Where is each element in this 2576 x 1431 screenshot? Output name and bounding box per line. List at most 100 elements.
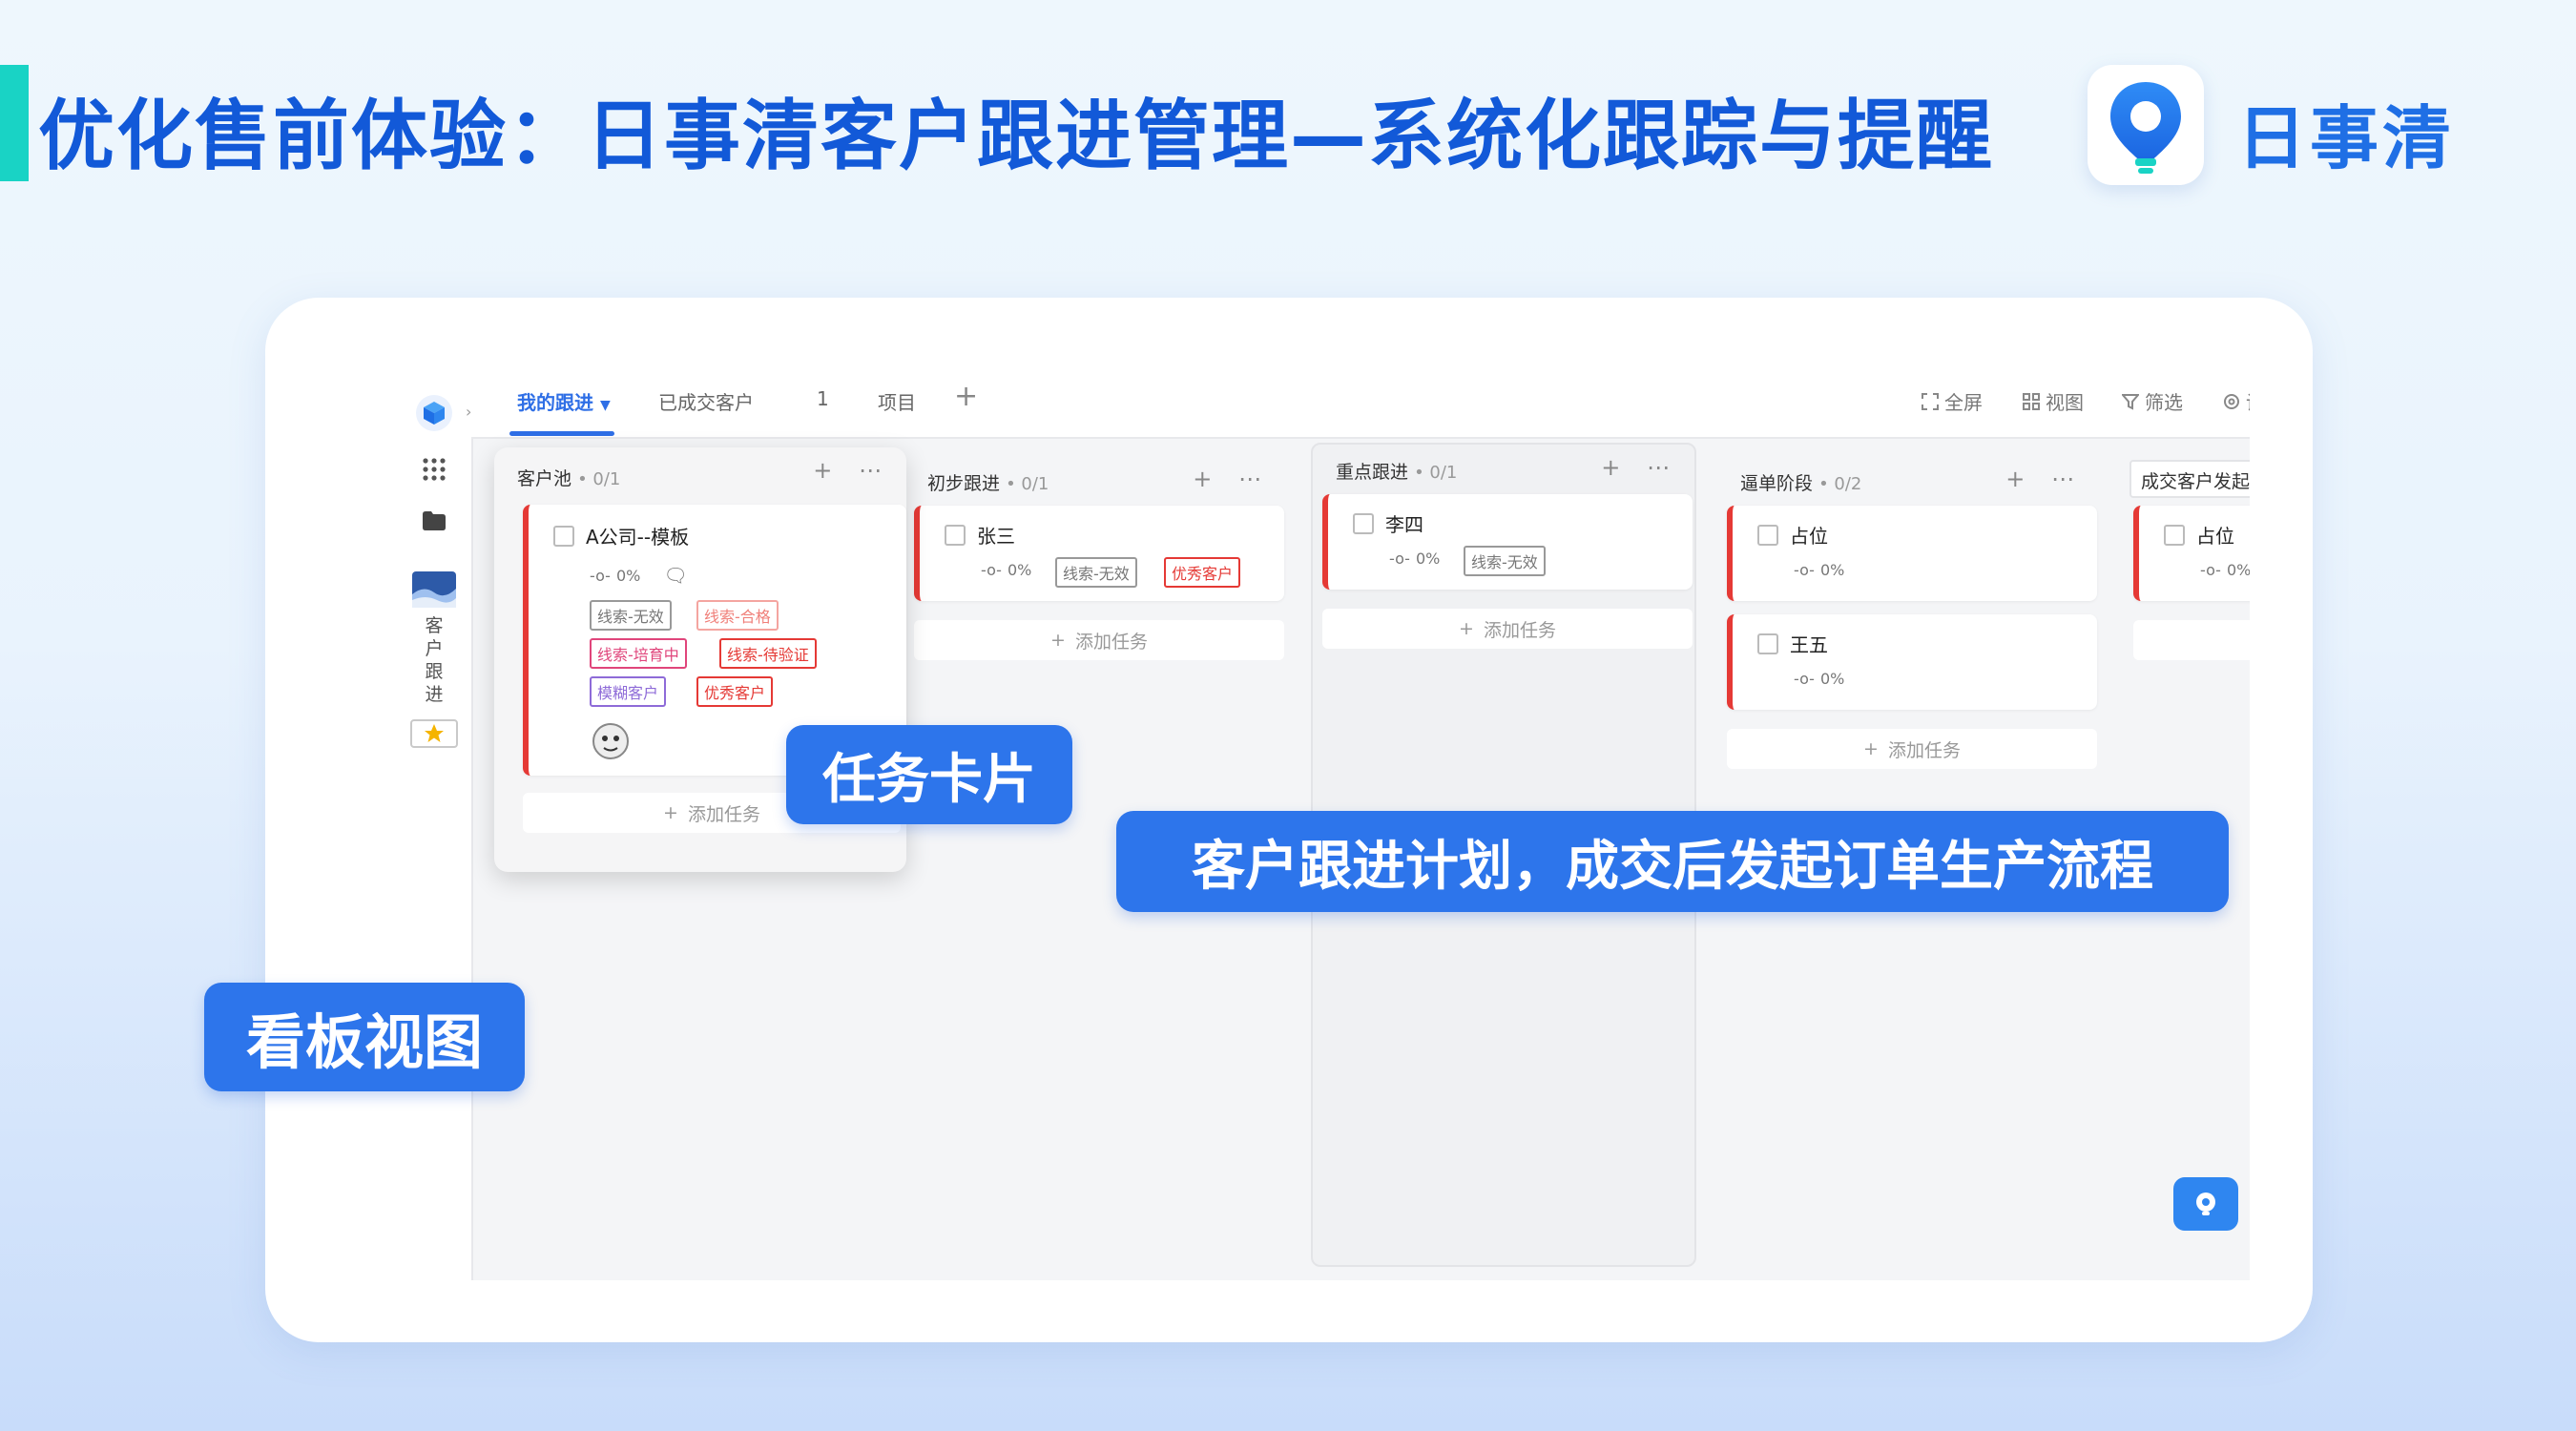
filter-button[interactable]: 筛选	[2122, 387, 2183, 415]
settings-button[interactable]: 设置	[2223, 387, 2250, 415]
plus-icon: +	[1050, 630, 1066, 651]
progress-icon: -o-	[590, 566, 611, 585]
tag[interactable]: 线索-培育中	[590, 638, 687, 669]
progress-value: 0%	[615, 566, 641, 585]
project-thumbnail-icon[interactable]	[410, 570, 458, 609]
filter-label: 筛选	[2145, 391, 2183, 414]
task-progress: -o- 0% 🗨	[590, 564, 688, 587]
view-icon	[2023, 392, 2040, 410]
task-card[interactable]: 王五 -o- 0%	[1727, 614, 2097, 710]
column-actions[interactable]: + ⋯	[813, 457, 891, 484]
task-card[interactable]: 占位 -o- 0%	[2133, 506, 2250, 601]
callout-kanban: 看板视图	[204, 983, 525, 1091]
plus-icon: +	[1459, 618, 1474, 639]
task-progress: -o- 0%	[2200, 561, 2250, 579]
progress-value: 0%	[1819, 670, 1845, 688]
fullscreen-button[interactable]: 全屏	[1922, 387, 1983, 415]
progress-icon: -o-	[1794, 561, 1815, 579]
tag[interactable]: 优秀客户	[696, 676, 774, 707]
sidebar: › 客户跟进	[399, 364, 473, 1280]
column-title: 成交客户发起订单生	[2141, 471, 2250, 492]
add-task-label: 添加任务	[687, 803, 760, 825]
plus-icon: +	[1863, 738, 1879, 759]
floating-help-button[interactable]	[2173, 1177, 2238, 1231]
tag[interactable]: 线索-合格	[696, 600, 779, 631]
task-title: 王五	[1790, 633, 1828, 656]
column-count: 0/1	[1021, 474, 1049, 494]
tag[interactable]: 线索-无效	[1464, 546, 1546, 576]
task-checkbox[interactable]	[1353, 513, 1374, 534]
task-progress: -o- 0%	[1389, 550, 1440, 568]
slide-title: 优化售前体验：日事清客户跟进管理—系统化跟踪与提醒	[38, 92, 1994, 180]
task-checkbox[interactable]	[1757, 633, 1778, 654]
add-tab-icon[interactable]: +	[954, 380, 978, 413]
add-task-button[interactable]: + 添加任务	[1727, 729, 2097, 769]
add-task-button[interactable]: + 添加任务	[914, 620, 1284, 660]
tab-1[interactable]: 1	[817, 387, 829, 410]
task-title: 李四	[1385, 513, 1423, 536]
column-header: 逼单阶段 • 0/2	[1740, 473, 1862, 494]
tag[interactable]: 线索-无效	[590, 600, 672, 631]
comment-icon[interactable]: 🗨	[663, 564, 687, 587]
column-header: 重点跟进 • 0/1	[1336, 462, 1458, 483]
task-checkbox[interactable]	[2164, 525, 2185, 546]
progress-icon: -o-	[981, 561, 1002, 579]
kanban-column: 逼单阶段 • 0/2 + ⋯ 占位 -o- 0% 王五 -o- 0% + 添加任…	[1717, 456, 2099, 799]
star-icon[interactable]	[410, 717, 458, 750]
task-checkbox[interactable]	[1757, 525, 1778, 546]
task-card[interactable]: 李四 -o- 0% 线索-无效	[1322, 494, 1693, 590]
column-count: 0/1	[1429, 463, 1458, 483]
title-accent-bar	[0, 65, 29, 181]
task-card[interactable]: 占位 -o- 0%	[1727, 506, 2097, 601]
add-task-button[interactable]: + 添加任务	[1322, 609, 1693, 649]
cube-icon[interactable]: ›	[410, 389, 471, 437]
column-actions[interactable]: + ⋯	[1193, 466, 1271, 492]
column-header: 客户池 • 0/1	[517, 468, 621, 489]
view-label: 视图	[2046, 391, 2084, 414]
task-card[interactable]: 张三 -o- 0% 线索-无效 优秀客户	[914, 506, 1284, 601]
fullscreen-icon	[1922, 392, 1939, 410]
callout-task-card: 任务卡片	[786, 725, 1072, 824]
task-progress: -o- 0%	[1794, 670, 1844, 688]
tab-project[interactable]: 项目	[878, 387, 916, 415]
task-progress: -o- 0%	[1794, 561, 1844, 579]
bulb-icon	[2196, 1192, 2215, 1215]
progress-icon: -o-	[1389, 550, 1410, 568]
add-task-button[interactable]: +添加	[2133, 620, 2250, 660]
kanban-column: 成交客户发起订单生 占位 -o- 0% +添加	[2124, 456, 2250, 685]
task-progress: -o- 0%	[981, 561, 1031, 579]
add-task-label: 添加任务	[1887, 739, 1961, 761]
progress-value: 0%	[1415, 550, 1441, 568]
folder-icon[interactable]	[410, 502, 458, 540]
task-title: 占位	[2196, 525, 2234, 548]
column-count: 0/1	[592, 469, 621, 489]
tab-closed-customers[interactable]: 已成交客户	[658, 387, 754, 415]
column-actions[interactable]: + ⋯	[1601, 454, 1679, 481]
tag[interactable]: 优秀客户	[1164, 557, 1241, 588]
progress-value: 0%	[1007, 561, 1032, 579]
task-title: 张三	[977, 525, 1015, 548]
tab-my-follow[interactable]: 我的跟进 ▼	[517, 387, 611, 415]
column-title-input[interactable]: 成交客户发起订单生	[2129, 460, 2250, 498]
task-checkbox[interactable]	[553, 526, 574, 547]
add-task-label: 添加任务	[1483, 619, 1556, 641]
callout-plan: 客户跟进计划，成交后发起订单生产流程	[1116, 811, 2229, 912]
column-actions[interactable]: + ⋯	[2005, 466, 2084, 492]
grid-icon[interactable]	[410, 450, 458, 488]
column-title: 客户池	[517, 468, 572, 489]
caret-down-icon: ▼	[599, 398, 611, 413]
tag[interactable]: 线索-无效	[1055, 557, 1137, 588]
column-count: 0/2	[1834, 474, 1862, 494]
project-label[interactable]: 客户跟进	[420, 614, 448, 706]
view-button[interactable]: 视图	[2023, 387, 2084, 415]
column-title: 逼单阶段	[1740, 473, 1814, 494]
fullscreen-label: 全屏	[1944, 391, 1983, 414]
tag[interactable]: 线索-待验证	[719, 638, 817, 669]
tag[interactable]: 模糊客户	[590, 676, 667, 707]
brand-name: 日事清	[2237, 98, 2456, 178]
assignee-avatar-icon[interactable]	[592, 722, 630, 764]
top-bar: 我的跟进 ▼ 已成交客户 1 项目 + 全屏 视图 筛选 设置	[471, 364, 2250, 439]
column-header: 初步跟进 • 0/1	[927, 473, 1049, 494]
task-checkbox[interactable]	[945, 525, 966, 546]
add-task-label: 添加任务	[1074, 631, 1148, 653]
